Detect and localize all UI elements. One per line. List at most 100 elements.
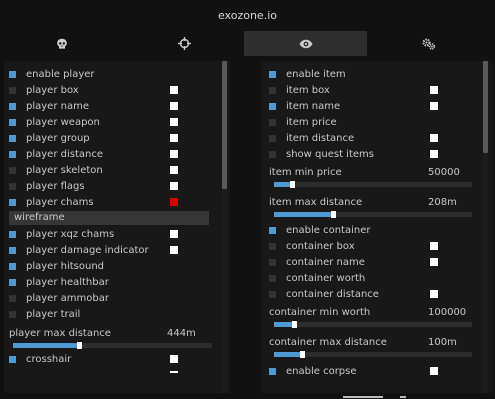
tab-misc[interactable] (367, 31, 490, 56)
item-min-price-value: 50000 (428, 167, 460, 178)
checkbox[interactable] (9, 311, 16, 318)
container-min-worth-slider[interactable] (274, 321, 472, 328)
enable-container-row[interactable]: enable container (261, 224, 493, 240)
show-quest-items-row[interactable]: show quest items (261, 148, 493, 164)
container-distance-row[interactable]: container distance (261, 288, 493, 304)
player-xqz-chams-label: player xqz chams (26, 229, 115, 240)
checkbox[interactable] (269, 259, 276, 266)
slider-fill (13, 343, 79, 348)
item-distance-row[interactable]: item distance (261, 132, 493, 148)
player-skeleton-label: player skeleton (26, 165, 103, 176)
checkbox[interactable] (9, 167, 16, 174)
wireframe-dropdown[interactable]: wireframe (9, 211, 209, 225)
slider-fill (274, 322, 294, 327)
enable-corpse-row[interactable]: enable corpse (261, 365, 493, 381)
color-swatch[interactable] (170, 118, 178, 126)
color-swatch[interactable] (170, 150, 178, 158)
player-healthbar-row[interactable]: player healthbar (4, 276, 230, 292)
checkbox[interactable] (269, 291, 276, 298)
checkbox[interactable] (269, 103, 276, 110)
player-damage-indicator-row[interactable]: player damage indicator (4, 244, 230, 260)
checkbox[interactable] (269, 227, 276, 234)
checkbox[interactable] (269, 71, 276, 78)
container-name-label: container name (286, 257, 365, 268)
tab-players[interactable] (0, 31, 123, 56)
checkbox[interactable] (9, 199, 16, 206)
player-box-row[interactable]: player box (4, 84, 230, 100)
item-min-price-slider[interactable] (274, 181, 472, 188)
checkbox[interactable] (9, 183, 16, 190)
checkbox[interactable] (269, 135, 276, 142)
checkbox[interactable] (269, 368, 276, 375)
color-swatch[interactable] (430, 86, 438, 94)
color-swatch[interactable] (430, 150, 438, 158)
slider-knob[interactable] (300, 351, 305, 358)
slider-knob[interactable] (331, 211, 336, 218)
player-chams-row[interactable]: player chams (4, 196, 230, 212)
container-worth-row[interactable]: container worth (261, 272, 493, 288)
color-swatch[interactable] (430, 290, 438, 298)
slider-knob[interactable] (290, 181, 295, 188)
color-swatch[interactable] (170, 134, 178, 142)
player-flags-row[interactable]: player flags (4, 180, 230, 196)
checkbox[interactable] (9, 247, 16, 254)
slider-knob[interactable] (77, 342, 82, 349)
slider-fill (274, 352, 302, 357)
crosshair-row[interactable]: crosshair (4, 353, 230, 369)
item-price-row[interactable]: item price (261, 116, 493, 132)
checkbox[interactable] (269, 243, 276, 250)
player-weapon-row[interactable]: player weapon (4, 116, 230, 132)
checkbox[interactable] (269, 87, 276, 94)
checkbox[interactable] (9, 87, 16, 94)
color-swatch[interactable] (170, 246, 178, 254)
player-max-distance-slider[interactable] (13, 342, 212, 349)
checkbox[interactable] (9, 103, 16, 110)
player-name-row[interactable]: player name (4, 100, 230, 116)
color-swatch[interactable] (430, 102, 438, 110)
crosshair-icon (178, 37, 191, 50)
checkbox[interactable] (9, 263, 16, 270)
player-distance-row[interactable]: player distance (4, 148, 230, 164)
player-skeleton-row[interactable]: player skeleton (4, 164, 230, 180)
checkbox[interactable] (269, 151, 276, 158)
color-swatch[interactable] (170, 355, 178, 363)
checkbox[interactable] (9, 151, 16, 158)
checkbox[interactable] (9, 135, 16, 142)
item-name-row[interactable]: item name (261, 100, 493, 116)
checkbox[interactable] (9, 356, 16, 363)
player-group-row[interactable]: player group (4, 132, 230, 148)
tab-visuals[interactable] (244, 31, 367, 56)
slider-knob[interactable] (292, 321, 297, 328)
checkbox[interactable] (9, 295, 16, 302)
enable-item-row[interactable]: enable item (261, 68, 493, 84)
container-box-row[interactable]: container box (261, 240, 493, 256)
color-swatch[interactable] (170, 198, 178, 206)
item-max-distance-slider[interactable] (274, 211, 472, 218)
color-swatch[interactable] (430, 258, 438, 266)
enable-player-row[interactable]: enable player (4, 68, 230, 84)
color-swatch[interactable] (430, 367, 438, 375)
checkbox[interactable] (9, 119, 16, 126)
player-max-distance-label: player max distance (9, 328, 111, 339)
player-xqz-chams-row[interactable]: player xqz chams (4, 228, 230, 244)
player-ammobar-row[interactable]: player ammobar (4, 292, 230, 308)
checkbox[interactable] (9, 71, 16, 78)
color-swatch[interactable] (170, 182, 178, 190)
color-swatch[interactable] (170, 230, 178, 238)
item-box-row[interactable]: item box (261, 84, 493, 100)
player-hitsound-row[interactable]: player hitsound (4, 260, 230, 276)
checkbox[interactable] (269, 119, 276, 126)
color-swatch[interactable] (430, 134, 438, 142)
color-swatch[interactable] (170, 102, 178, 110)
color-swatch[interactable] (170, 166, 178, 174)
checkbox[interactable] (9, 231, 16, 238)
tab-aim[interactable] (123, 31, 246, 56)
item-price-label: item price (286, 117, 337, 128)
container-max-distance-slider[interactable] (274, 351, 472, 358)
color-swatch[interactable] (170, 86, 178, 94)
player-trail-row[interactable]: player trail (4, 308, 230, 324)
container-name-row[interactable]: container name (261, 256, 493, 272)
color-swatch[interactable] (430, 242, 438, 250)
checkbox[interactable] (9, 279, 16, 286)
checkbox[interactable] (269, 275, 276, 282)
